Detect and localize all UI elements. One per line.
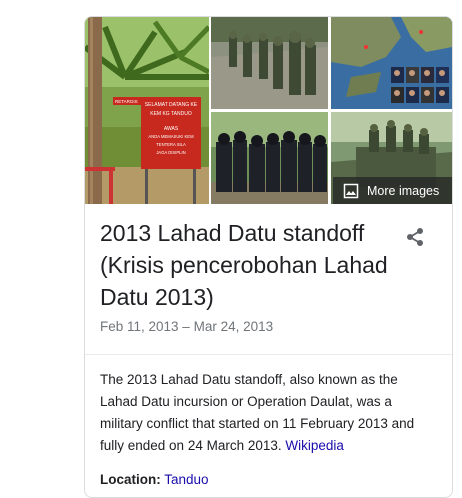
photo-sign-board[interactable]: RETARGIS SELAMAT DATANG KE KEM KG TANDUO…: [85, 17, 209, 204]
sign-small-text: RETARGIS: [115, 99, 138, 104]
sign-line-2: KEM KG TANDUO: [150, 111, 192, 117]
description-text: The 2013 Lahad Datu standoff, also known…: [100, 372, 415, 453]
location-link[interactable]: Tanduo: [164, 472, 208, 487]
more-images-button[interactable]: More images: [333, 177, 452, 204]
sign-line-6: JAGA DISIPLIN: [156, 150, 185, 155]
knowledge-panel: RETARGIS SELAMAT DATANG KE KEM KG TANDUO…: [84, 16, 453, 498]
photo-soldiers-marching[interactable]: [211, 17, 328, 109]
sign-line-5: TENTERA SILA: [156, 142, 186, 147]
wikipedia-link[interactable]: Wikipedia: [285, 438, 344, 453]
sign-line-4: ANDA MEMASUKI KEM: [148, 134, 194, 139]
sign-line-3: AWAS: [164, 126, 179, 132]
more-images-label: More images: [367, 183, 440, 198]
share-button[interactable]: [401, 223, 429, 251]
image-icon: [343, 183, 359, 199]
location-label: Location:: [100, 472, 161, 487]
date-range: Feb 11, 2013 – Mar 24, 2013: [100, 319, 274, 334]
sign-line-1: SELAMAT DATANG KE: [145, 102, 198, 108]
description: The 2013 Lahad Datu standoff, also known…: [100, 369, 435, 457]
photo-police-unit[interactable]: [211, 112, 328, 204]
divider: [85, 354, 452, 355]
photo-map-portraits[interactable]: [331, 17, 452, 109]
image-collage: RETARGIS SELAMAT DATANG KE KEM KG TANDUO…: [85, 17, 452, 204]
location-row: Location: Tanduo: [100, 472, 209, 487]
page-title: 2013 Lahad Datu standoff (Krisis pencero…: [100, 220, 388, 310]
share-icon: [407, 228, 423, 246]
